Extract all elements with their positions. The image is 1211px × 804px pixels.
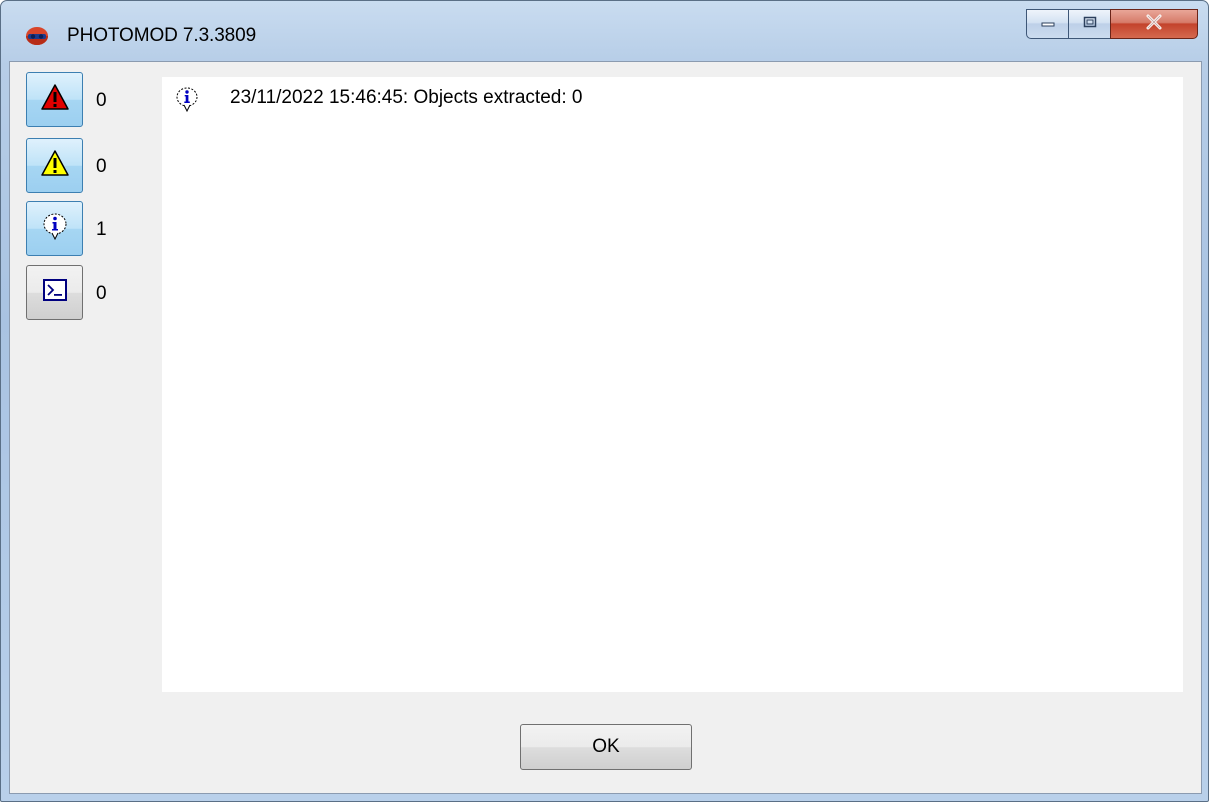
info-filter-button[interactable] <box>26 201 83 256</box>
dialog-body: 0 0 1 0 23/11/2022 15:46:45: Objects ext… <box>9 61 1202 794</box>
console-filter-button[interactable] <box>26 265 83 320</box>
minimize-icon <box>1040 15 1056 33</box>
window-title: PHOTOMOD 7.3.3809 <box>67 25 257 46</box>
console-icon <box>42 278 68 307</box>
caption-buttons <box>1026 9 1198 41</box>
info-count: 1 <box>96 219 107 240</box>
info-icon <box>40 211 70 246</box>
log-entry-text: 23/11/2022 15:46:45: Objects extracted: … <box>230 87 583 108</box>
error-count: 0 <box>96 90 107 111</box>
minimize-button[interactable] <box>1026 9 1068 39</box>
warning-icon <box>40 149 70 182</box>
close-button[interactable] <box>1110 9 1198 39</box>
error-icon <box>40 83 70 116</box>
log-list[interactable]: 23/11/2022 15:46:45: Objects extracted: … <box>162 77 1183 692</box>
restore-button[interactable] <box>1068 9 1110 39</box>
dialog-window: PHOTOMOD 7.3.3809 0 0 1 0 23/11/2022 15:… <box>0 0 1209 802</box>
warning-count: 0 <box>96 156 107 177</box>
console-count: 0 <box>96 283 107 304</box>
error-filter-button[interactable] <box>26 72 83 127</box>
photomod-logo-icon <box>25 26 49 46</box>
ok-button[interactable]: OK <box>520 724 692 770</box>
info-icon <box>174 85 200 113</box>
warning-filter-button[interactable] <box>26 138 83 193</box>
close-icon <box>1144 14 1164 35</box>
log-entry[interactable]: 23/11/2022 15:46:45: Objects extracted: … <box>162 85 1183 113</box>
title-bar[interactable]: PHOTOMOD 7.3.3809 <box>1 1 1208 61</box>
restore-icon <box>1082 15 1098 34</box>
